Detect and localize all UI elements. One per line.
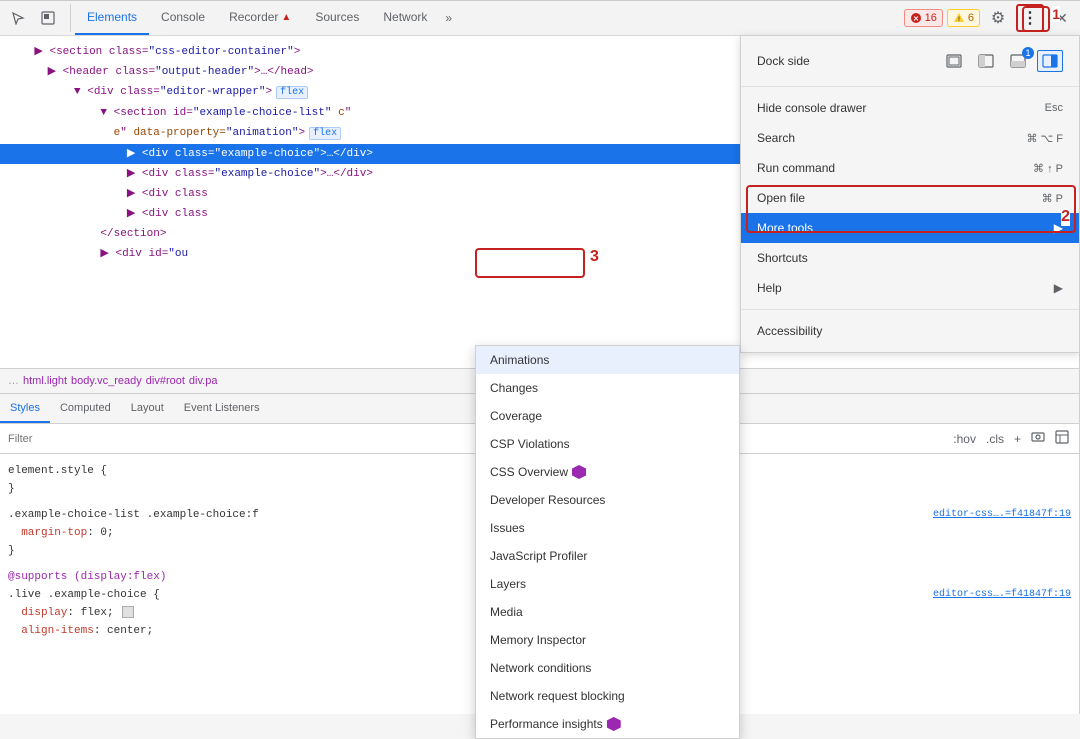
menu-item-search[interactable]: Search ⌘ ⌥ F: [741, 123, 1079, 153]
warning-icon: !: [953, 12, 965, 24]
breadcrumb-item-divroot[interactable]: div#root: [146, 375, 185, 387]
menu-item-accessibility[interactable]: Accessibility: [741, 316, 1079, 346]
menu-item-more-tools[interactable]: More tools ▶: [741, 213, 1079, 243]
styles-tab-layout[interactable]: Layout: [121, 394, 174, 423]
submenu-item-csp-violations[interactable]: CSP Violations: [476, 430, 739, 458]
more-options-button[interactable]: ⋮: [1016, 4, 1044, 32]
warning-badge[interactable]: ! 6: [947, 9, 980, 27]
styles-tab-computed[interactable]: Computed: [50, 394, 121, 423]
experiment-icon: [572, 465, 586, 479]
dock-left-button[interactable]: [973, 50, 999, 72]
snapshot-button[interactable]: [1029, 428, 1047, 449]
tab-sources[interactable]: Sources: [303, 1, 371, 35]
dock-bottom-button[interactable]: [1005, 50, 1031, 72]
devtools-toolbar: Elements Console Recorder ▲ Sources Netw…: [0, 1, 1080, 36]
more-tools-submenu: Animations Changes Coverage CSP Violatio…: [475, 345, 740, 739]
cursor-icon[interactable]: [4, 4, 32, 32]
submenu-item-changes[interactable]: Changes: [476, 374, 739, 402]
tab-recorder[interactable]: Recorder ▲: [217, 1, 303, 35]
styles-tab-styles[interactable]: Styles: [0, 394, 50, 423]
dock-side-section: Dock side: [741, 36, 1079, 87]
submenu-item-js-profiler[interactable]: JavaScript Profiler: [476, 542, 739, 570]
dock-right-button[interactable]: [1037, 50, 1063, 72]
submenu-item-issues[interactable]: Issues: [476, 514, 739, 542]
inspect-icon[interactable]: [34, 4, 62, 32]
dock-side-row: Dock side: [741, 42, 1079, 80]
menu-item-help[interactable]: Help ▶: [741, 273, 1079, 303]
menu-accessibility-section: Accessibility: [741, 310, 1079, 352]
error-badge[interactable]: ✕ 16: [904, 9, 943, 27]
dock-undock-button[interactable]: [941, 50, 967, 72]
devtools-menu: Dock side Hide console drawer Esc: [740, 35, 1080, 353]
styles-tab-event-listeners[interactable]: Event Listeners: [174, 394, 270, 423]
layout-icon-button[interactable]: [1053, 428, 1071, 449]
submenu-item-performance-insights[interactable]: Performance insights: [476, 710, 739, 738]
breadcrumb-ellipsis: …: [8, 375, 19, 387]
menu-item-hide-console[interactable]: Hide console drawer Esc: [741, 93, 1079, 123]
cls-button[interactable]: .cls: [984, 430, 1006, 448]
breadcrumb-item-html[interactable]: html.light: [23, 375, 67, 387]
dock-side-label: Dock side: [757, 54, 933, 68]
submenu-item-media[interactable]: Media: [476, 598, 739, 626]
toolbar-right: ✕ 16 ! 6 ⚙ ⋮ ✕: [904, 4, 1076, 32]
devtools-tabs: Elements Console Recorder ▲ Sources Netw…: [75, 1, 904, 35]
settings-button[interactable]: ⚙: [984, 4, 1012, 32]
submenu-item-coverage[interactable]: Coverage: [476, 402, 739, 430]
tab-elements[interactable]: Elements: [75, 1, 149, 35]
submenu-item-network-request-blocking[interactable]: Network request blocking: [476, 682, 739, 710]
menu-main-section: Hide console drawer Esc Search ⌘ ⌥ F Run…: [741, 87, 1079, 310]
close-devtools-button[interactable]: ✕: [1048, 4, 1076, 32]
add-rule-button[interactable]: +: [1012, 430, 1023, 448]
submenu-item-developer-resources[interactable]: Developer Resources: [476, 486, 739, 514]
breadcrumb-item-divpa[interactable]: div.pa: [189, 375, 218, 387]
help-arrow: ▶: [1054, 281, 1063, 295]
hov-button[interactable]: :hov: [951, 430, 978, 448]
submenu-item-network-conditions[interactable]: Network conditions: [476, 654, 739, 682]
submenu-item-memory-inspector[interactable]: Memory Inspector: [476, 626, 739, 654]
tab-network[interactable]: Network: [371, 1, 439, 35]
experiment-icon-2: [607, 717, 621, 731]
menu-item-run-command[interactable]: Run command ⌘ ↑ P: [741, 153, 1079, 183]
breadcrumb-item-body[interactable]: body.vc_ready: [71, 375, 142, 387]
submenu-item-layers[interactable]: Layers: [476, 570, 739, 598]
more-tools-arrow: ▶: [1054, 221, 1063, 235]
css-source-link2[interactable]: editor-css….=f41847f:19: [933, 586, 1071, 604]
tab-console[interactable]: Console: [149, 1, 217, 35]
css-source-link[interactable]: editor-css….=f41847f:19: [933, 506, 1071, 524]
error-icon: ✕: [910, 12, 922, 24]
submenu-item-animations[interactable]: Animations: [476, 346, 739, 374]
dock-icons: [941, 50, 1063, 72]
toolbar-left-icons: [4, 4, 71, 32]
svg-text:✕: ✕: [913, 16, 919, 23]
tab-overflow-button[interactable]: »: [439, 1, 458, 35]
menu-item-shortcuts[interactable]: Shortcuts: [741, 243, 1079, 273]
svg-text:!: !: [958, 17, 960, 23]
submenu-item-css-overview[interactable]: CSS Overview: [476, 458, 739, 486]
menu-item-open-file[interactable]: Open file ⌘ P: [741, 183, 1079, 213]
